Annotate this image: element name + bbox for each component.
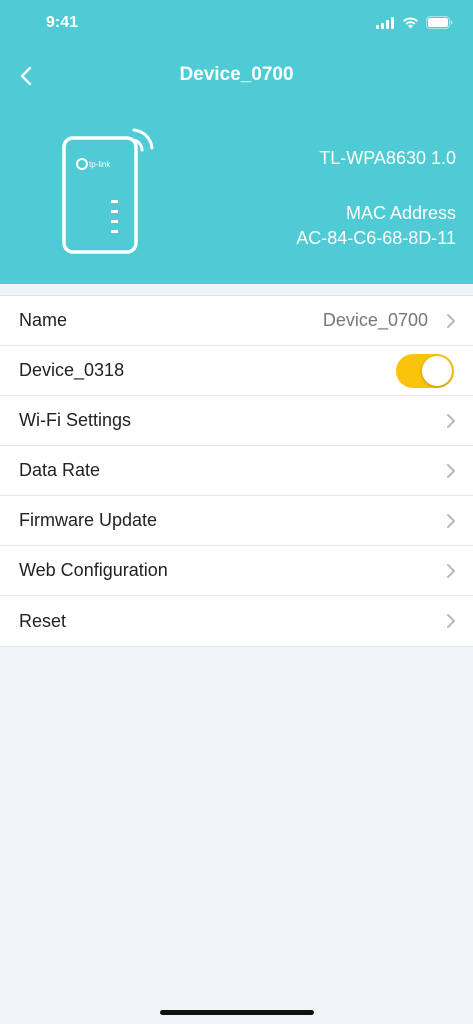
battery-icon	[426, 16, 453, 29]
status-bar: 9:41	[0, 0, 473, 50]
device-toggle-label: Device_0318	[19, 360, 125, 380]
home-indicator	[160, 1010, 314, 1015]
device-model: TL-WPA8630 1.0	[319, 148, 456, 168]
chevron-right-icon	[447, 564, 455, 578]
chevron-right-icon	[447, 314, 455, 328]
name-row[interactable]: Name Device_0700	[0, 296, 473, 346]
tp-link-logo-icon	[76, 158, 88, 170]
mac-address-value: AC-84-C6-68-8D-11	[296, 228, 456, 248]
chevron-right-icon	[447, 464, 455, 478]
data-rate-row[interactable]: Data Rate	[0, 446, 473, 496]
name-label: Name	[19, 310, 68, 330]
reset-label: Reset	[19, 610, 67, 631]
signal-icon	[376, 16, 394, 29]
web-configuration-label: Web Configuration	[19, 560, 168, 580]
wifi-settings-row[interactable]: Wi-Fi Settings	[0, 396, 473, 446]
header: 9:41 Device_0700 tp-link TL-WPA8630 1.0 …	[0, 0, 473, 284]
chevron-right-icon	[447, 614, 455, 628]
device-toggle-switch[interactable]	[396, 354, 454, 388]
device-toggle-row: Device_0318	[0, 346, 473, 396]
status-icons	[376, 16, 453, 29]
powerline-device-icon: tp-link	[62, 128, 154, 254]
mac-address-label: MAC Address	[345, 203, 456, 223]
firmware-update-label: Firmware Update	[19, 510, 158, 530]
reset-row[interactable]: Reset	[0, 596, 473, 646]
data-rate-label: Data Rate	[19, 460, 101, 480]
settings-list: Name Device_0700 Device_0318 Wi-Fi Setti…	[0, 295, 473, 647]
wifi-settings-label: Wi-Fi Settings	[19, 410, 132, 430]
wifi-icon	[403, 16, 418, 28]
web-configuration-row[interactable]: Web Configuration	[0, 546, 473, 596]
page-title: Device_0700	[179, 64, 294, 85]
device-logo-text: tp-link	[89, 160, 111, 169]
name-value: Device_0700	[322, 310, 428, 330]
firmware-update-row[interactable]: Firmware Update	[0, 496, 473, 546]
toggle-knob	[422, 356, 452, 386]
chevron-right-icon	[447, 414, 455, 428]
chevron-right-icon	[447, 514, 455, 528]
status-time: 9:41	[46, 14, 79, 31]
